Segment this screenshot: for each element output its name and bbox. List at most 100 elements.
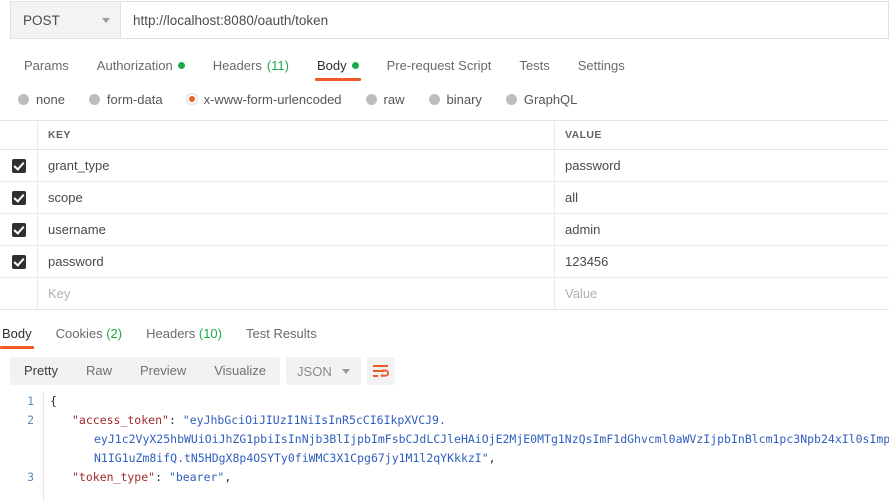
response-tab-headers[interactable]: Headers (10) bbox=[134, 326, 234, 349]
code-token-key: "access_token" bbox=[72, 413, 169, 427]
request-tab-headers[interactable]: Headers (11) bbox=[199, 58, 303, 81]
radio-unselected-icon bbox=[18, 93, 29, 105]
request-tabs: Params Authorization Headers (11) Body Pre-re… bbox=[0, 49, 889, 81]
checkbox-checked-icon bbox=[11, 254, 26, 269]
response-view-toolbar: Pretty Raw Preview Visualize JSON bbox=[0, 354, 889, 388]
status-dot-icon bbox=[177, 62, 185, 69]
response-tab-body[interactable]: Body bbox=[0, 326, 44, 349]
body-type-x-www-form-urlencoded[interactable]: x-www-form-urlencoded bbox=[185, 91, 342, 107]
line-number: 1 bbox=[27, 394, 34, 408]
code-token-punc: , bbox=[488, 451, 496, 465]
checkbox-checked-icon bbox=[11, 158, 26, 173]
request-tab-authorization[interactable]: Authorization bbox=[83, 58, 199, 81]
body-type-label: x-www-form-urlencoded bbox=[203, 91, 342, 107]
response-tab-label: Headers bbox=[146, 326, 196, 341]
body-type-label: raw bbox=[383, 91, 405, 107]
row-value-input[interactable]: admin bbox=[555, 214, 889, 245]
status-dot-icon bbox=[351, 62, 359, 69]
request-tab-count: (11) bbox=[266, 58, 289, 73]
row-enabled-checkbox[interactable] bbox=[0, 278, 38, 309]
body-type-label: none bbox=[36, 91, 65, 107]
response-body-code-viewer[interactable]: 1 2 3 { "access_token": "eyJhbGciOiJIUzI1Ni… bbox=[0, 392, 889, 502]
request-tab-label: Settings bbox=[577, 58, 625, 73]
row-value-input[interactable]: 123456 bbox=[555, 246, 889, 277]
view-mode-pretty[interactable]: Pretty bbox=[10, 357, 72, 385]
row-value-input[interactable]: password bbox=[555, 150, 889, 181]
response-format-select[interactable]: JSON bbox=[286, 357, 361, 385]
request-tab-settings[interactable]: Settings bbox=[564, 58, 639, 81]
radio-selected-icon bbox=[185, 93, 198, 105]
row-key-input[interactable]: username bbox=[38, 214, 555, 245]
chevron-down-icon bbox=[341, 368, 350, 374]
body-type-form-data[interactable]: form-data bbox=[88, 91, 163, 107]
row-key-input[interactable]: scope bbox=[38, 182, 555, 213]
response-tab-count: (10) bbox=[195, 326, 222, 341]
request-url-input[interactable]: http://localhost:8080/oauth/token bbox=[120, 1, 889, 39]
body-type-radio-group: none form-data x-www-form-urlencoded raw bin… bbox=[0, 84, 889, 114]
new-row-key-input[interactable]: Key bbox=[38, 278, 555, 309]
request-tab-params[interactable]: Params bbox=[10, 58, 83, 81]
row-enabled-checkbox[interactable] bbox=[0, 214, 38, 245]
http-method-label: POST bbox=[23, 12, 60, 28]
response-tab-test-results[interactable]: Test Results bbox=[234, 326, 329, 349]
response-tabs: Body Cookies (2) Headers (10) Test Results bbox=[0, 319, 889, 349]
new-row-value-input[interactable]: Value bbox=[555, 278, 889, 309]
view-mode-raw[interactable]: Raw bbox=[72, 357, 126, 385]
code-line: { bbox=[50, 392, 889, 411]
code-line: "token_type": "bearer", bbox=[50, 468, 889, 487]
request-tab-label: Body bbox=[316, 58, 347, 73]
code-token-str: eyJ1c2VyX25hbWUiOiJhZG1pbiIsInNjb3BlIjpb… bbox=[94, 432, 889, 446]
body-type-raw[interactable]: raw bbox=[365, 91, 405, 107]
body-type-label: GraphQL bbox=[523, 91, 578, 107]
http-method-select[interactable]: POST bbox=[10, 1, 120, 39]
line-number bbox=[0, 449, 34, 468]
table-row: scope all bbox=[0, 182, 889, 214]
table-header-key: KEY bbox=[38, 121, 555, 149]
row-enabled-checkbox[interactable] bbox=[0, 182, 38, 213]
view-mode-visualize[interactable]: Visualize bbox=[200, 357, 280, 385]
response-tab-count: (2) bbox=[102, 326, 123, 341]
line-number bbox=[0, 430, 34, 449]
code-line-numbers: 1 2 3 bbox=[0, 392, 44, 502]
table-header-row: KEY VALUE bbox=[0, 121, 889, 150]
word-wrap-button[interactable] bbox=[366, 357, 395, 385]
view-mode-preview[interactable]: Preview bbox=[126, 357, 200, 385]
body-type-none[interactable]: none bbox=[18, 92, 65, 107]
table-row: grant_type password bbox=[0, 150, 889, 182]
radio-unselected-icon bbox=[365, 93, 377, 105]
request-tab-tests[interactable]: Tests bbox=[505, 58, 563, 81]
response-tab-cookies[interactable]: Cookies (2) bbox=[44, 326, 134, 349]
table-row-new: Key Value bbox=[0, 278, 889, 309]
code-content[interactable]: { "access_token": "eyJhbGciOiJIUzI1NiIsIn… bbox=[44, 392, 889, 502]
body-type-label: form-data bbox=[106, 91, 163, 107]
row-enabled-checkbox[interactable] bbox=[0, 150, 38, 181]
body-type-binary[interactable]: binary bbox=[428, 91, 482, 107]
response-tab-label: Test Results bbox=[245, 326, 317, 341]
request-tab-label: Tests bbox=[519, 58, 550, 73]
checkbox-checked-icon bbox=[11, 222, 26, 237]
checkbox-checked-icon bbox=[11, 190, 26, 205]
code-line: "access_token": "eyJhbGciOiJIUzI1NiIsInR… bbox=[50, 411, 889, 430]
row-key-input[interactable]: password bbox=[38, 246, 555, 277]
request-tab-label: Params bbox=[24, 58, 69, 73]
code-token-punc: : bbox=[168, 413, 183, 427]
code-token-str: N1IG1uZm8ifQ.tN5HDgX8p4OSYTy0fiWMC3X1Cpg… bbox=[94, 451, 489, 465]
table-row: username admin bbox=[0, 214, 889, 246]
row-value-input[interactable]: all bbox=[555, 182, 889, 213]
form-urlencoded-table: KEY VALUE grant_type password scope all user… bbox=[0, 120, 889, 310]
code-token-punc: { bbox=[50, 394, 57, 408]
request-tab-label: Pre-request Script bbox=[386, 58, 492, 73]
request-tab-pre-request-script[interactable]: Pre-request Script bbox=[373, 58, 506, 81]
row-enabled-checkbox[interactable] bbox=[0, 246, 38, 277]
table-header-value: VALUE bbox=[565, 129, 602, 141]
row-key-input[interactable]: grant_type bbox=[38, 150, 555, 181]
word-wrap-icon bbox=[372, 365, 389, 378]
line-number: 3 bbox=[27, 470, 34, 484]
body-type-GraphQL[interactable]: GraphQL bbox=[505, 91, 578, 107]
request-tab-label: Headers bbox=[212, 58, 262, 73]
radio-unselected-icon bbox=[505, 93, 517, 105]
table-row: password 123456 bbox=[0, 246, 889, 278]
radio-unselected-icon bbox=[88, 93, 100, 105]
body-type-label: binary bbox=[446, 91, 482, 107]
request-tab-body[interactable]: Body bbox=[303, 58, 373, 81]
